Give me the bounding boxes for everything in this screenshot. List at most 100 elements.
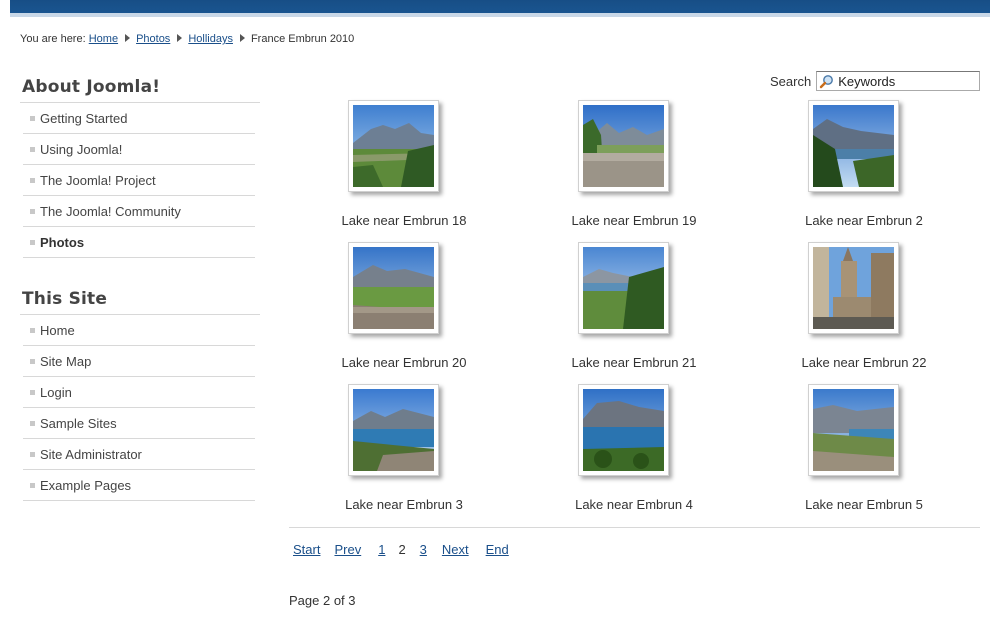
photo-lake-21-image [583, 247, 664, 329]
search-module: Search [770, 71, 981, 91]
photo-lake-5-image [813, 389, 894, 471]
photo-caption[interactable]: Lake near Embrun 21 [519, 355, 749, 370]
bullet-icon [30, 482, 35, 488]
photo-gallery: Lake near Embrun 18 Lake near Embrun 19 [289, 96, 980, 522]
photo-caption[interactable]: Lake near Embrun 19 [519, 213, 749, 228]
photo-caption[interactable]: Lake near Embrun 5 [749, 497, 979, 512]
bullet-icon [30, 177, 35, 183]
pagination-prev[interactable]: Prev [334, 542, 361, 557]
photo-lake-19-image [583, 105, 664, 187]
search-box[interactable] [816, 71, 981, 91]
bullet-icon [30, 420, 35, 426]
menu-item-example-pages[interactable]: Example Pages [23, 470, 255, 501]
pagination-start[interactable]: Start [293, 542, 320, 557]
photo-thumbnail[interactable] [578, 242, 669, 334]
search-input[interactable] [838, 73, 979, 89]
photo-caption[interactable]: Lake near Embrun 18 [289, 213, 519, 228]
breadcrumb: You are here: Home Photos Hollidays France … [20, 33, 354, 45]
photo-lake-20-image [353, 247, 434, 329]
photo-thumbnail[interactable] [808, 100, 899, 192]
this-site-menu: Home Site Map Login Sample Sites Site Ad… [23, 315, 255, 501]
breadcrumb-hollidays[interactable]: Hollidays [188, 33, 233, 45]
page-counter: Page 2 of 3 [289, 593, 356, 608]
menu-item-label: Example Pages [40, 477, 132, 493]
photo-cell: Lake near Embrun 21 [519, 238, 749, 380]
photo-thumbnail[interactable] [348, 100, 439, 192]
photo-lake-3-image [353, 389, 434, 471]
menu-item-getting-started[interactable]: Getting Started [23, 103, 255, 134]
photo-cell: Lake near Embrun 4 [519, 380, 749, 522]
photo-thumbnail[interactable] [578, 384, 669, 476]
menu-item-joomla-community[interactable]: The Joomla! Community [23, 196, 255, 227]
about-joomla-title: About Joomla! [20, 74, 260, 103]
menu-item-using-joomla[interactable]: Using Joomla! [23, 134, 255, 165]
photo-caption[interactable]: Lake near Embrun 2 [749, 213, 979, 228]
breadcrumb-arrow-icon [177, 34, 183, 42]
breadcrumb-photos[interactable]: Photos [136, 33, 170, 45]
photo-cell: Lake near Embrun 20 [289, 238, 519, 380]
bullet-icon [30, 327, 35, 333]
menu-item-label: The Joomla! Project [40, 172, 156, 188]
gallery-row: Lake near Embrun 18 Lake near Embrun 19 [289, 96, 980, 238]
pagination-end[interactable]: End [486, 542, 509, 557]
menu-item-label: Home [40, 322, 75, 338]
menu-item-login[interactable]: Login [23, 377, 255, 408]
breadcrumb-home[interactable]: Home [89, 33, 118, 45]
breadcrumb-arrow-icon [239, 34, 245, 42]
bullet-icon [30, 389, 35, 395]
photo-caption[interactable]: Lake near Embrun 4 [519, 497, 749, 512]
pagination: Start Prev 1 2 3 Next End [293, 542, 509, 557]
photo-thumbnail[interactable] [348, 242, 439, 334]
menu-item-photos[interactable]: Photos [23, 227, 255, 258]
bullet-icon [30, 208, 35, 214]
bullet-icon [30, 451, 35, 457]
breadcrumb-prefix: You are here: [20, 33, 86, 45]
menu-item-label: The Joomla! Community [40, 203, 181, 219]
photo-caption[interactable]: Lake near Embrun 20 [289, 355, 519, 370]
pagination-current-page: 2 [398, 542, 406, 557]
photo-thumbnail[interactable] [578, 100, 669, 192]
menu-item-label: Site Administrator [40, 446, 142, 462]
photo-lake-2-image [813, 105, 894, 187]
menu-item-label: Getting Started [40, 110, 128, 126]
menu-item-label: Login [40, 384, 72, 400]
photo-cell: Lake near Embrun 2 [749, 96, 979, 238]
photo-cell: Lake near Embrun 5 [749, 380, 979, 522]
menu-item-sample-sites[interactable]: Sample Sites [23, 408, 255, 439]
menu-item-label: Using Joomla! [40, 141, 123, 157]
photo-cell: Lake near Embrun 19 [519, 96, 749, 238]
about-joomla-menu: Getting Started Using Joomla! The Joomla… [23, 103, 255, 258]
gallery-row: Lake near Embrun 20 Lake near Embrun 21 [289, 238, 980, 380]
menu-item-label: Site Map [40, 353, 92, 369]
photo-thumbnail[interactable] [348, 384, 439, 476]
this-site-title: This Site [20, 286, 260, 315]
bullet-icon [30, 358, 35, 364]
pagination-page-3[interactable]: 3 [420, 542, 427, 557]
photo-caption[interactable]: Lake near Embrun 3 [289, 497, 519, 512]
menu-item-joomla-project[interactable]: The Joomla! Project [23, 165, 255, 196]
photo-lake-4-image [583, 389, 664, 471]
gallery-row: Lake near Embrun 3 Lake near Embrun 4 La… [289, 380, 980, 522]
menu-item-site-administrator[interactable]: Site Administrator [23, 439, 255, 470]
photo-cell: Lake near Embrun 18 [289, 96, 519, 238]
photo-lake-22-image [813, 247, 894, 329]
search-magnifier-icon [820, 74, 834, 88]
photo-thumbnail[interactable] [808, 384, 899, 476]
pagination-page-1[interactable]: 1 [378, 542, 385, 557]
photo-caption[interactable]: Lake near Embrun 22 [749, 355, 979, 370]
photo-lake-18-image [353, 105, 434, 187]
menu-item-site-map[interactable]: Site Map [23, 346, 255, 377]
this-site-module: This Site Home Site Map Login Sample Sit… [20, 286, 260, 501]
photo-cell: Lake near Embrun 3 [289, 380, 519, 522]
search-label: Search [770, 73, 812, 89]
content-divider [289, 527, 980, 528]
breadcrumb-current: France Embrun 2010 [250, 33, 355, 45]
bullet-icon [30, 115, 35, 121]
menu-item-label: Sample Sites [40, 415, 117, 431]
bullet-icon [30, 146, 35, 152]
about-joomla-module: About Joomla! Getting Started Using Joom… [20, 74, 260, 258]
menu-item-home[interactable]: Home [23, 315, 255, 346]
photo-thumbnail[interactable] [808, 242, 899, 334]
pagination-next[interactable]: Next [442, 542, 469, 557]
breadcrumb-arrow-icon [125, 34, 131, 42]
